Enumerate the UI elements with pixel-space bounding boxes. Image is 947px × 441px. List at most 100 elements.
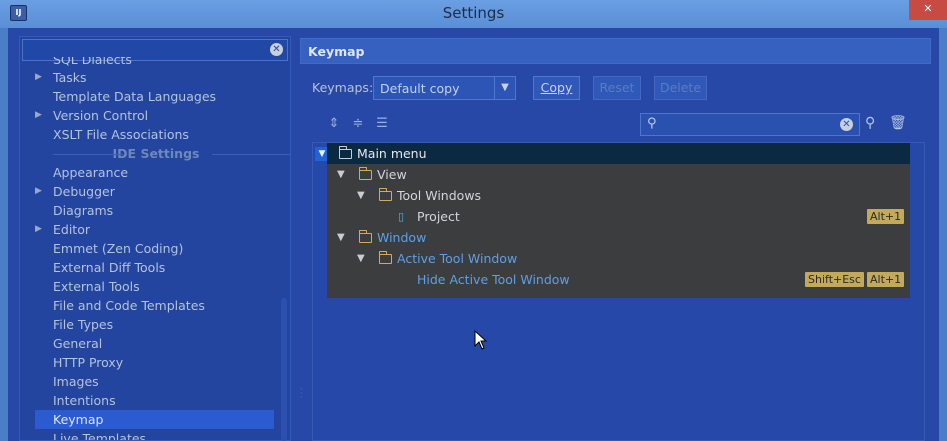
sidebar-item-external-diff-tools[interactable]: External Diff Tools bbox=[20, 258, 290, 277]
sidebar-item-label: General bbox=[53, 336, 103, 351]
tree-node-active-tool-window[interactable]: ▼ Active Tool Window bbox=[327, 248, 910, 269]
window-title: Settings bbox=[442, 4, 505, 22]
copy-button[interactable]: Copy bbox=[533, 76, 580, 100]
shortcut-badge: Alt+1 bbox=[867, 272, 905, 287]
sidebar-item-label: Tasks bbox=[53, 70, 87, 85]
sidebar-item-intentions[interactable]: Intentions bbox=[20, 391, 290, 410]
sidebar-item-template-data-languages[interactable]: Template Data Languages bbox=[20, 87, 290, 106]
sidebar-item-file-types[interactable]: File Types bbox=[20, 315, 290, 334]
folder-icon bbox=[358, 167, 372, 180]
sidebar-item-tasks[interactable]: ▶ Tasks bbox=[20, 68, 290, 87]
sidebar-item-label: File and Code Templates bbox=[53, 298, 205, 313]
tree-node-project[interactable]: ▯ Project Alt+1 bbox=[327, 206, 910, 227]
keymap-tree: Main menu ▼ View ▼ Tool Windows ▯ Projec… bbox=[327, 143, 910, 298]
sidebar-item-images[interactable]: Images bbox=[20, 372, 290, 391]
folder-icon bbox=[378, 188, 392, 201]
section-label: IDE Settings bbox=[112, 146, 200, 161]
sidebar-item-debugger[interactable]: ▶ Debugger bbox=[20, 182, 290, 201]
chevron-down-icon[interactable]: ▼ bbox=[494, 77, 515, 99]
tree-node-label: Project bbox=[417, 209, 460, 224]
page-title: Keymap bbox=[308, 44, 365, 59]
sidebar-item-label: Template Data Languages bbox=[53, 89, 217, 104]
sidebar-item-label: Appearance bbox=[53, 165, 129, 180]
sidebar-scrollbar[interactable] bbox=[281, 298, 287, 441]
sidebar-item-http-proxy[interactable]: HTTP Proxy bbox=[20, 353, 290, 372]
expand-arrow-icon[interactable]: ▶ bbox=[35, 68, 42, 87]
folder-icon bbox=[358, 230, 372, 243]
shortcut-badge: Shift+Esc bbox=[805, 272, 864, 287]
keymap-panel: Keymap Keymaps: Default copy ▼ Copy Rese… bbox=[300, 36, 931, 441]
sidebar-item-external-tools[interactable]: External Tools bbox=[20, 277, 290, 296]
sidebar-item-label: XSLT File Associations bbox=[53, 127, 189, 142]
sidebar-item-label: Diagrams bbox=[53, 203, 114, 218]
tree-node-tool-windows[interactable]: ▼ Tool Windows bbox=[327, 185, 910, 206]
sidebar-item-label: Images bbox=[53, 374, 99, 389]
collapse-arrow-icon[interactable]: ▼ bbox=[337, 227, 345, 248]
panel-header: Keymap bbox=[300, 38, 931, 64]
mouse-cursor-icon bbox=[474, 330, 488, 350]
delete-button[interactable]: Delete bbox=[654, 76, 707, 100]
title-bar: IJ Settings ✕ bbox=[0, 0, 947, 28]
sidebar-item-label: Live Templates bbox=[53, 431, 147, 441]
sidebar-item-label: Keymap bbox=[53, 412, 104, 427]
sidebar-item-general[interactable]: General bbox=[20, 334, 290, 353]
trash-icon[interactable]: 🗑 bbox=[889, 115, 907, 131]
shortcut-badge: Alt+1 bbox=[867, 209, 905, 224]
reset-button[interactable]: Reset bbox=[593, 76, 641, 100]
divider bbox=[212, 154, 290, 155]
sidebar-item-emmet[interactable]: Emmet (Zen Coding) bbox=[20, 239, 290, 258]
sidebar-item-keymap[interactable]: Keymap bbox=[35, 410, 274, 429]
find-shortcut-icon[interactable]: ⚲ bbox=[865, 115, 875, 131]
tree-node-hide-active-tool-window[interactable]: Hide Active Tool Window Shift+Esc Alt+1 bbox=[327, 269, 910, 290]
sidebar-item-label: Emmet (Zen Coding) bbox=[53, 241, 184, 256]
tree-node-label: Hide Active Tool Window bbox=[417, 272, 570, 287]
sidebar-item-version-control[interactable]: ▶ Version Control bbox=[20, 106, 290, 125]
tree-node-view[interactable]: ▼ View bbox=[327, 164, 910, 185]
expand-arrow-icon[interactable]: ▶ bbox=[35, 220, 42, 239]
keymaps-label: Keymaps: bbox=[312, 80, 374, 95]
tree-node-label: Tool Windows bbox=[397, 188, 482, 203]
sidebar-item-sql-dialects[interactable]: SQL Dialects bbox=[20, 57, 290, 68]
clear-filter-icon[interactable]: ✕ bbox=[840, 118, 853, 131]
sidebar-item-appearance[interactable]: Appearance bbox=[20, 163, 290, 182]
settings-dialog: ✕ SQL Dialects ▶ Tasks Template Data Lang… bbox=[8, 28, 939, 441]
settings-tree: SQL Dialects ▶ Tasks Template Data Langua… bbox=[20, 57, 290, 441]
sidebar-item-label: External Tools bbox=[53, 279, 140, 294]
sidebar-item-label: SQL Dialects bbox=[53, 57, 132, 67]
folder-icon bbox=[338, 146, 352, 159]
divider bbox=[53, 154, 123, 155]
tree-node-main-menu[interactable]: Main menu bbox=[327, 143, 910, 164]
settings-sidebar: ✕ SQL Dialects ▶ Tasks Template Data Lang… bbox=[19, 36, 291, 441]
tree-node-window[interactable]: ▼ Window bbox=[327, 227, 910, 248]
sidebar-item-label: Editor bbox=[53, 222, 90, 237]
keymaps-dropdown[interactable]: Default copy ▼ bbox=[373, 76, 516, 100]
search-icon: ⚲ bbox=[647, 116, 657, 131]
keymaps-selected-value: Default copy bbox=[380, 81, 460, 96]
collapse-arrow-icon[interactable]: ▼ bbox=[357, 185, 365, 206]
sidebar-item-label: HTTP Proxy bbox=[53, 355, 124, 370]
collapse-arrow-icon[interactable]: ▼ bbox=[357, 248, 365, 269]
edit-shortcut-icon[interactable]: ☰ bbox=[374, 116, 390, 132]
sidebar-item-editor[interactable]: ▶ Editor bbox=[20, 220, 290, 239]
expand-arrow-icon[interactable]: ▶ bbox=[35, 106, 42, 125]
clear-search-icon[interactable]: ✕ bbox=[270, 43, 283, 56]
sidebar-item-live-templates[interactable]: Live Templates bbox=[20, 429, 290, 441]
keymap-filter-input[interactable]: ⚲ ✕ bbox=[640, 113, 860, 136]
sidebar-item-label: Debugger bbox=[53, 184, 115, 199]
sidebar-item-xslt-file-associations[interactable]: XSLT File Associations bbox=[20, 125, 290, 144]
close-button[interactable]: ✕ bbox=[909, 0, 947, 20]
sidebar-item-file-and-code-templates[interactable]: File and Code Templates bbox=[20, 296, 290, 315]
keymap-tree-area: ▼ Main menu ▼ View ▼ Tool Windows ▯ Proj… bbox=[312, 142, 925, 441]
sidebar-item-diagrams[interactable]: Diagrams bbox=[20, 201, 290, 220]
expand-all-icon[interactable]: ⇕ bbox=[326, 116, 342, 132]
sidebar-item-label: File Types bbox=[53, 317, 114, 332]
tree-node-label: View bbox=[377, 167, 407, 182]
tree-node-label: Main menu bbox=[357, 146, 427, 161]
collapse-arrow-icon[interactable]: ▼ bbox=[337, 164, 345, 185]
collapse-all-icon[interactable]: ≑ bbox=[350, 116, 366, 132]
folder-icon bbox=[378, 251, 392, 264]
tree-node-label: Active Tool Window bbox=[397, 251, 518, 266]
sidebar-item-label: External Diff Tools bbox=[53, 260, 166, 275]
sidebar-item-label: Version Control bbox=[53, 108, 149, 123]
expand-arrow-icon[interactable]: ▶ bbox=[35, 182, 42, 201]
